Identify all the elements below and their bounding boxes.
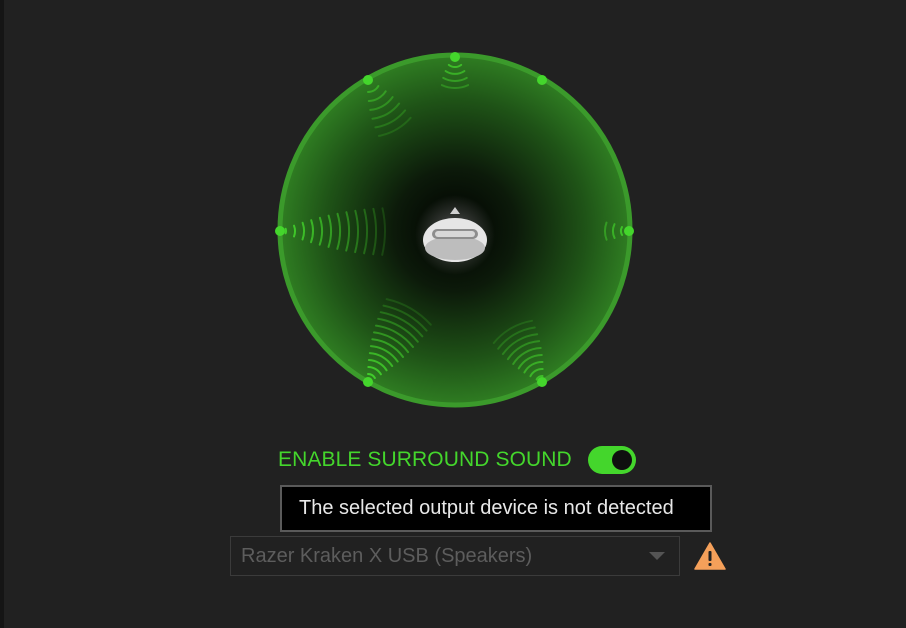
speaker-front-center-dot[interactable] (450, 52, 460, 62)
output-device-select[interactable]: Razer Kraken X USB (Speakers) (230, 536, 680, 576)
speaker-rear-right-dot[interactable] (537, 377, 547, 387)
window-left-border (0, 0, 4, 628)
surround-toggle-label: ENABLE SURROUND SOUND (278, 448, 572, 471)
tooltip-text: The selected output device is not detect… (299, 497, 674, 519)
toggle-knob (611, 450, 632, 470)
sound-wave-arc (293, 224, 297, 238)
surround-toggle-row: ENABLE SURROUND SOUND (278, 444, 636, 476)
speaker-side-left-dot[interactable] (275, 226, 285, 236)
device-not-detected-tooltip: The selected output device is not detect… (280, 485, 712, 532)
chevron-down-icon (649, 552, 665, 560)
speaker-front-left-dot[interactable] (363, 75, 373, 85)
warning-icon (694, 542, 726, 570)
speaker-front-right-dot[interactable] (537, 75, 547, 85)
surround-circle (275, 52, 634, 408)
headset-icon (415, 195, 495, 275)
output-device-value: Razer Kraken X USB (Speakers) (241, 544, 533, 567)
speaker-rear-left-dot[interactable] (363, 377, 373, 387)
surround-visualizer (270, 50, 640, 420)
surround-toggle[interactable] (587, 446, 636, 474)
speaker-side-right-dot[interactable] (624, 226, 634, 236)
